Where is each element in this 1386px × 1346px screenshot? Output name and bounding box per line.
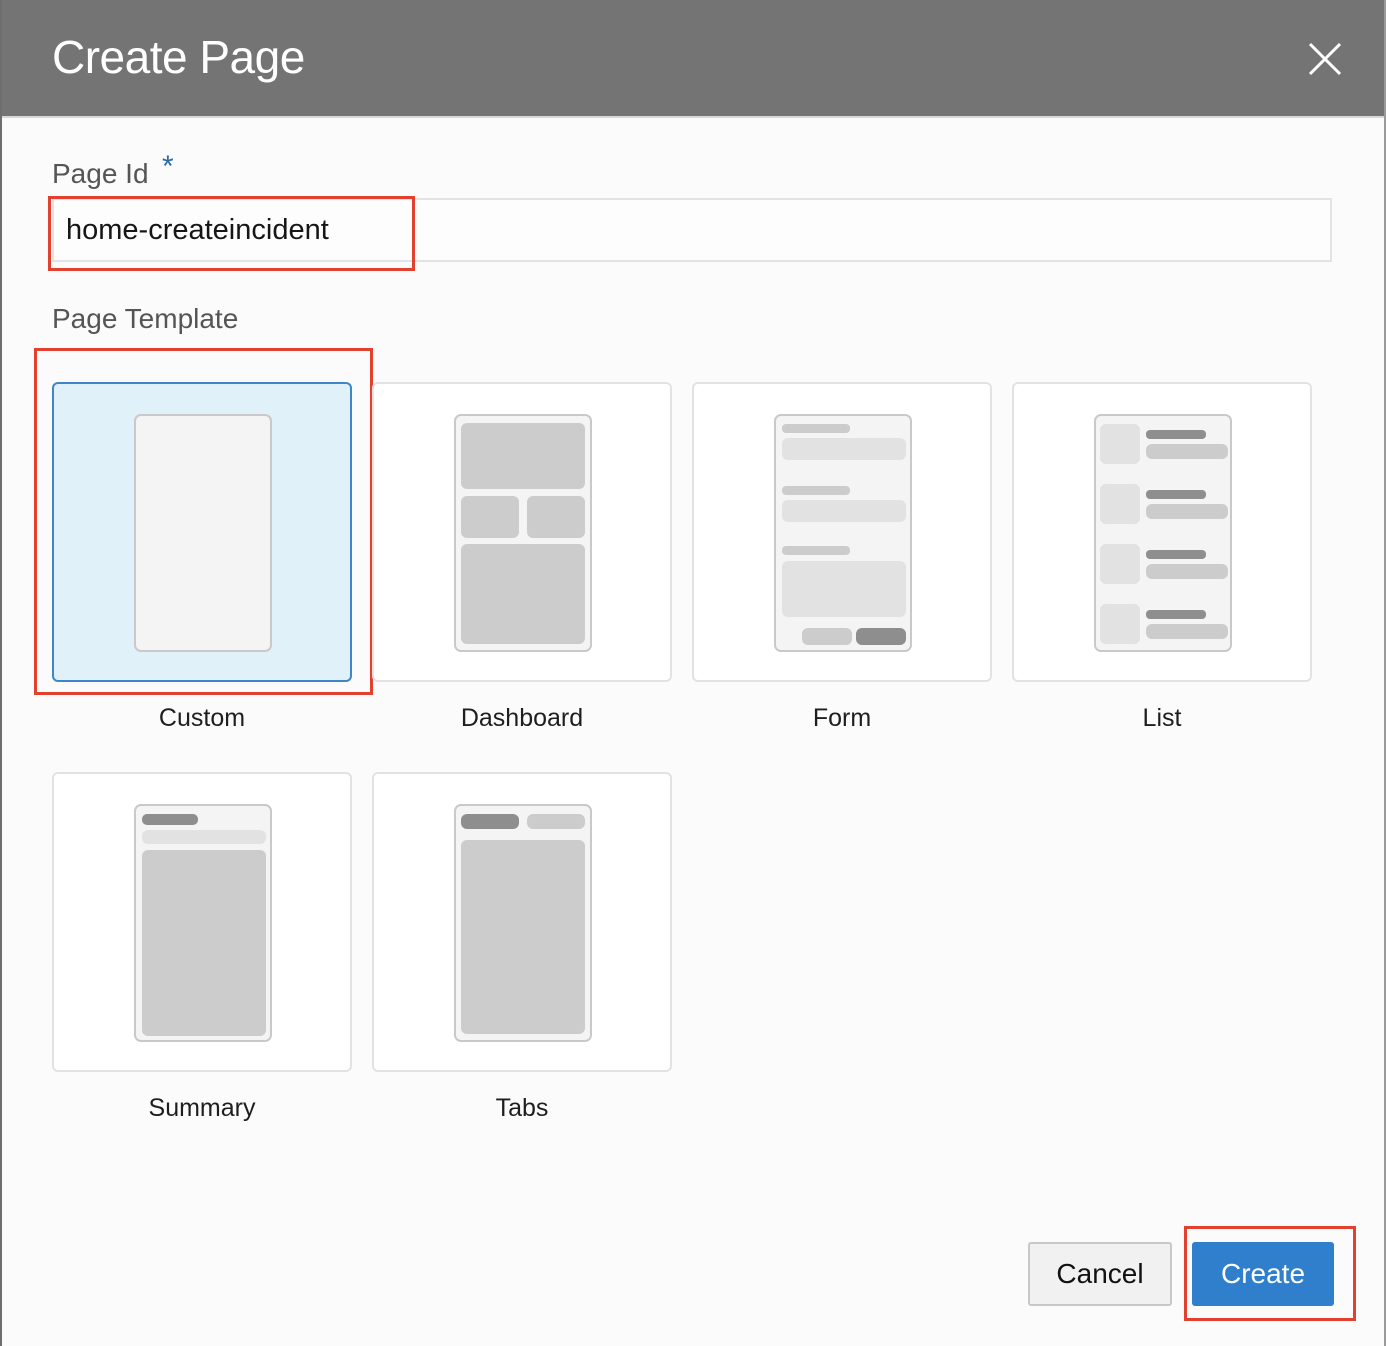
template-label-custom: Custom <box>158 704 246 732</box>
template-card-tabs[interactable] <box>372 772 672 1072</box>
cancel-button[interactable]: Cancel <box>1028 1242 1172 1306</box>
template-label-tabs: Tabs <box>495 1094 549 1122</box>
form-preview <box>774 414 912 652</box>
template-card-custom[interactable] <box>52 382 352 682</box>
dialog-title: Create Page <box>52 31 305 83</box>
template-card-list[interactable] <box>1012 382 1312 682</box>
list-preview <box>1094 414 1232 652</box>
template-card-summary[interactable] <box>52 772 352 1072</box>
tabs-preview <box>454 804 592 1042</box>
page-id-label: Page Id <box>52 158 149 189</box>
create-page-dialog: Create Page Page Id * Page Template Cust… <box>0 0 1386 1346</box>
template-label-dashboard: Dashboard <box>460 704 584 732</box>
template-card-dashboard[interactable] <box>372 382 672 682</box>
template-label-summary: Summary <box>148 1094 256 1122</box>
dashboard-preview <box>454 414 592 652</box>
page-id-input[interactable] <box>52 198 1332 262</box>
create-button[interactable]: Create <box>1192 1242 1334 1306</box>
dialog-header: Create Page <box>2 0 1384 118</box>
close-icon <box>1308 42 1342 76</box>
close-button[interactable] <box>1300 34 1350 84</box>
template-label-list: List <box>1142 704 1182 732</box>
summary-preview <box>134 804 272 1042</box>
template-label-form: Form <box>812 704 872 732</box>
template-card-form[interactable] <box>692 382 992 682</box>
custom-preview <box>134 414 272 652</box>
required-indicator: * <box>162 150 174 183</box>
page-template-label: Page Template <box>52 303 239 334</box>
